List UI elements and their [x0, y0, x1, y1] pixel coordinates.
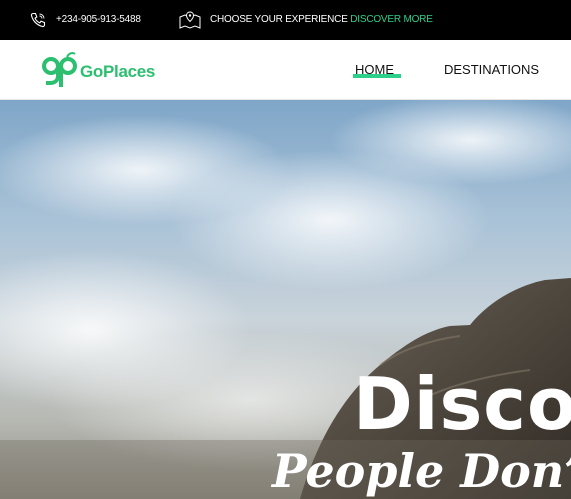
nav-item-destinations[interactable]: DESTINATIONS: [444, 62, 539, 77]
choose-experience-label: CHOOSE YOUR EXPERIENCE: [210, 14, 348, 25]
main-navbar: GoPlaces HOME DESTINATIONS: [0, 40, 571, 100]
hero-banner: Disco People Don’t Ta: [0, 100, 571, 499]
active-nav-indicator: [353, 74, 401, 78]
experience-text: CHOOSE YOUR EXPERIENCE DISCOVER MORE: [210, 14, 433, 25]
phone-number[interactable]: +234-905-913-5488: [56, 14, 141, 25]
logo-icon: [42, 52, 77, 87]
hero-subtitle: People Don’t Ta: [272, 444, 571, 498]
discover-more-link[interactable]: DISCOVER MORE: [350, 14, 433, 25]
hero-title: Disco: [353, 362, 571, 446]
top-bar: +234-905-913-5488 CHOOSE YOUR EXPERIENCE…: [0, 0, 571, 40]
map-icon: [179, 11, 201, 29]
phone-icon: [30, 12, 46, 28]
brand-name: GoPlaces: [80, 62, 156, 81]
logo[interactable]: GoPlaces: [40, 50, 170, 90]
